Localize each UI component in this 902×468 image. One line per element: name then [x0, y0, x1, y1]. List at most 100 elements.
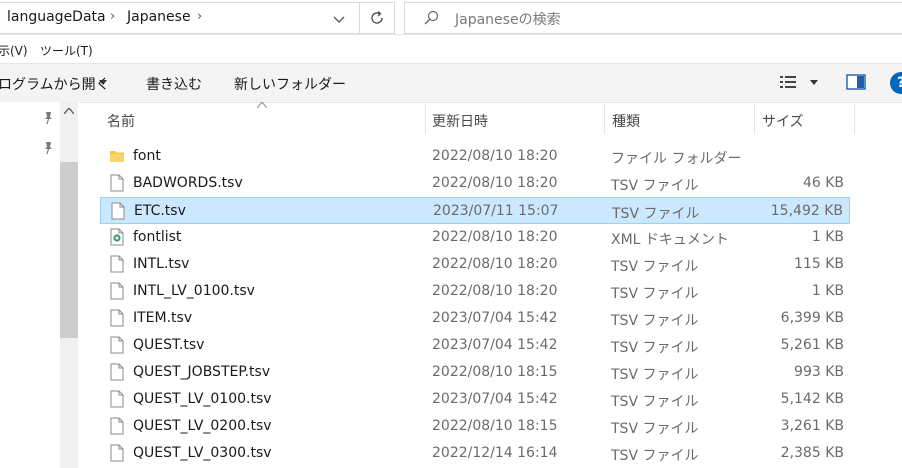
file-icon — [110, 282, 124, 300]
file-date: 2022/08/10 18:20 — [432, 175, 558, 191]
table-row[interactable]: INTL.tsv 2022/08/10 18:20 TSV ファイル 115 KB — [100, 251, 850, 278]
file-name: INTL.tsv — [133, 256, 190, 272]
nav-scrollbar-thumb[interactable] — [60, 162, 78, 338]
file-icon — [110, 417, 124, 435]
chevron-right-icon[interactable]: › — [197, 9, 202, 24]
table-row[interactable]: QUEST_LV_0100.tsv 2023/07/04 15:42 TSV ファイ… — [100, 386, 850, 413]
file-date: 2022/08/10 18:15 — [432, 364, 558, 380]
write-button[interactable]: 書き込む — [146, 74, 202, 94]
file-type: XML ドキュメント — [611, 232, 729, 248]
table-row[interactable]: QUEST_JOBSTEP.tsv 2022/08/10 18:15 TSV ファイ… — [100, 359, 850, 386]
menu-tools[interactable]: ツール(T) — [40, 42, 93, 59]
file-icon — [111, 202, 125, 220]
file-size: 2,385 KB — [780, 445, 844, 461]
file-date: 2022/08/10 18:15 — [432, 418, 558, 434]
search-input[interactable]: Japaneseの検索 — [455, 9, 561, 29]
menu-bar: 示(V) ツール(T) — [0, 38, 902, 62]
address-bar[interactable]: languageData › Japanese › — [0, 2, 360, 34]
file-type: TSV ファイル — [611, 394, 699, 410]
file-type: TSV ファイル — [611, 340, 699, 356]
file-name: ETC.tsv — [134, 203, 186, 219]
file-date: 2022/12/14 16:14 — [432, 445, 558, 461]
file-icon — [110, 336, 124, 354]
new-folder-button[interactable]: 新しいフォルダー — [234, 74, 346, 94]
file-date: 2023/07/11 15:07 — [433, 203, 559, 219]
column-divider[interactable] — [854, 104, 855, 134]
file-size: 1 KB — [811, 229, 844, 245]
file-type: TSV ファイル — [611, 421, 699, 437]
file-size: 5,261 KB — [780, 337, 844, 353]
file-type: TSV ファイル — [611, 313, 699, 329]
file-date: 2022/08/10 18:20 — [432, 283, 558, 299]
file-name: fontlist — [133, 229, 182, 245]
file-icon — [110, 255, 124, 273]
file-type: TSV ファイル — [611, 286, 699, 302]
address-row: languageData › Japanese › Japaneseの検索 — [0, 0, 902, 35]
table-row[interactable]: BADWORDS.tsv 2022/08/10 18:20 TSV ファイル 46 K… — [100, 170, 850, 197]
view-details-icon[interactable] — [779, 74, 797, 90]
file-date: 2023/07/04 15:42 — [432, 337, 558, 353]
folder-icon — [110, 151, 124, 162]
scroll-up-icon[interactable] — [64, 108, 74, 114]
table-row[interactable]: QUEST.tsv 2023/07/04 15:42 TSV ファイル 5,261 K… — [100, 332, 850, 359]
table-row[interactable]: ITEM.tsv 2023/07/04 15:42 TSV ファイル 6,399 KB — [100, 305, 850, 332]
column-header-date[interactable]: 更新日時 — [432, 111, 488, 131]
open-with-button[interactable]: ログラムから開く — [0, 74, 110, 94]
table-row[interactable]: QUEST_LV_0300.tsv 2022/12/14 16:14 TSV ファイ… — [100, 440, 850, 467]
column-header-type[interactable]: 種類 — [612, 111, 640, 131]
file-date: 2022/08/10 18:20 — [432, 256, 558, 272]
command-bar: ログラムから開く 書き込む 新しいフォルダー ? — [0, 63, 902, 103]
refresh-icon — [371, 10, 383, 24]
column-divider[interactable] — [754, 104, 755, 134]
search-icon — [424, 10, 439, 25]
table-row[interactable]: font 2022/08/10 18:20 ファイル フォルダー — [100, 143, 850, 170]
file-size: 115 KB — [794, 256, 844, 272]
help-icon[interactable]: ? — [890, 72, 902, 94]
column-divider[interactable] — [425, 104, 426, 134]
file-icon — [110, 390, 124, 408]
table-row[interactable]: QUEST_LV_0200.tsv 2022/08/10 18:15 TSV ファイ… — [100, 413, 850, 440]
table-row[interactable]: fontlist 2022/08/10 18:20 XML ドキュメント 1 KB — [100, 224, 850, 251]
file-name: BADWORDS.tsv — [133, 175, 243, 191]
refresh-button[interactable] — [360, 2, 395, 34]
file-icon — [110, 444, 124, 462]
file-type: TSV ファイル — [611, 178, 699, 194]
breadcrumb-japanese[interactable]: Japanese — [127, 9, 191, 25]
address-history-dropdown[interactable] — [321, 5, 357, 35]
table-row[interactable]: INTL_LV_0100.tsv 2022/08/10 18:20 TSV ファイル… — [100, 278, 850, 305]
file-name: QUEST_LV_0200.tsv — [133, 418, 272, 434]
xml-file-icon — [110, 228, 124, 246]
file-name: QUEST_LV_0300.tsv — [133, 445, 272, 461]
search-box[interactable]: Japaneseの検索 — [404, 2, 902, 34]
pin-icon[interactable] — [42, 141, 54, 155]
preview-pane-icon[interactable] — [846, 74, 866, 90]
pin-icon[interactable] — [42, 111, 54, 125]
menu-view[interactable]: 示(V) — [0, 42, 28, 59]
file-date: 2023/07/04 15:42 — [432, 310, 558, 326]
column-header-size[interactable]: サイズ — [762, 111, 804, 131]
caret-down-icon[interactable] — [810, 80, 818, 85]
file-size: 5,142 KB — [780, 391, 844, 407]
breadcrumb-languagedata[interactable]: languageData — [7, 9, 106, 25]
table-row-selected[interactable]: ETC.tsv 2023/07/11 15:07 TSV ファイル 15,492 KB — [100, 197, 850, 224]
column-divider[interactable] — [604, 104, 605, 134]
file-name: font — [133, 148, 161, 164]
file-icon — [110, 363, 124, 381]
file-type: TSV ファイル — [612, 206, 700, 222]
file-name: INTL_LV_0100.tsv — [133, 283, 255, 299]
file-size: 993 KB — [794, 364, 844, 380]
file-size: 1 KB — [811, 283, 844, 299]
file-type: TSV ファイル — [611, 367, 699, 383]
file-icon — [110, 309, 124, 327]
chevron-right-icon[interactable]: › — [110, 9, 115, 24]
column-header-name[interactable]: 名前 — [107, 111, 135, 131]
file-type: ファイル フォルダー — [611, 151, 742, 167]
file-size: 6,399 KB — [780, 310, 844, 326]
file-name: QUEST.tsv — [133, 337, 205, 353]
file-date: 2022/08/10 18:20 — [432, 229, 558, 245]
caret-down-icon[interactable] — [99, 80, 107, 85]
sort-ascending-icon — [257, 102, 267, 108]
file-size: 46 KB — [802, 175, 844, 191]
file-size: 15,492 KB — [770, 203, 843, 219]
file-name: QUEST_LV_0100.tsv — [133, 391, 272, 407]
